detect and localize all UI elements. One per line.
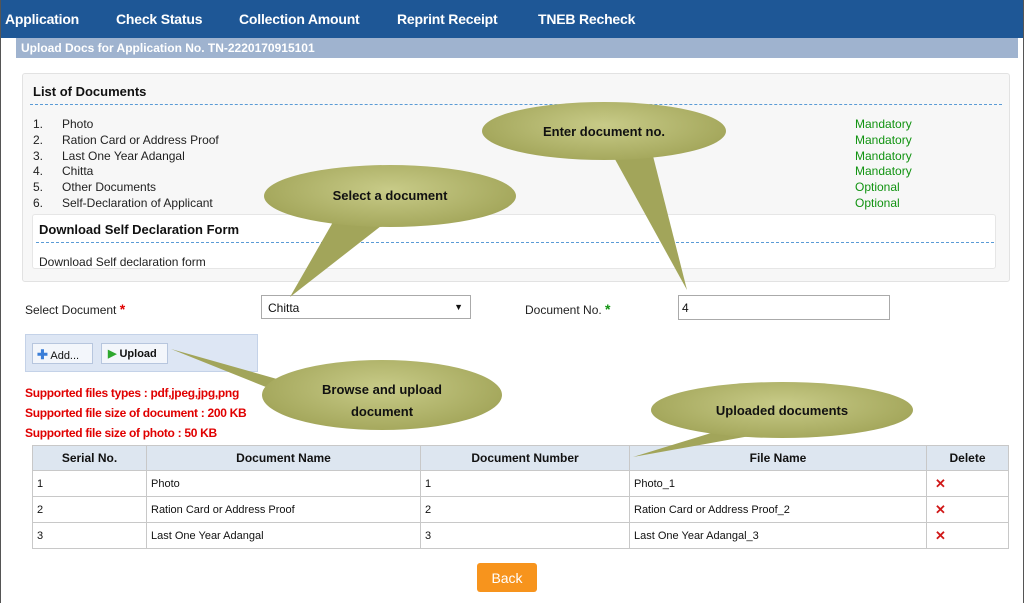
column-header: Serial No. (32, 445, 147, 471)
column-header: File Name (629, 445, 927, 471)
list-item: 3. Last One Year Adangal (33, 149, 219, 165)
page-subheader: Upload Docs for Application No. TN-22201… (16, 38, 1018, 58)
list-item: 1. Photo (33, 117, 219, 133)
list-item: 5. Other Documents (33, 180, 219, 196)
uploaded-documents-table: Serial No. Document Name Document Number… (32, 445, 1009, 549)
item-number: 3. (33, 148, 44, 163)
nav-tneb-recheck[interactable]: TNEB Recheck (534, 11, 635, 27)
cell-document-name: Ration Card or Address Proof (146, 496, 421, 523)
table-header-row: Serial No. Document Name Document Number… (32, 445, 1009, 471)
delete-icon[interactable]: ✕ (926, 470, 1009, 497)
select-value: Chitta (268, 301, 300, 315)
nav-collection-amount[interactable]: Collection Amount (235, 11, 360, 27)
required-mark: * (605, 301, 611, 317)
info-photo-size: Supported file size of photo : 50 KB (25, 426, 217, 440)
play-icon: ▶ (108, 348, 117, 360)
status-badge: Optional (855, 180, 900, 195)
table-row: 3 Last One Year Adangal 3 Last One Year … (32, 522, 1009, 549)
docno-label-text: Document No. (525, 303, 602, 317)
column-header: Document Name (146, 445, 421, 471)
list-item: 2. Ration Card or Address Proof (33, 133, 219, 149)
cell-document-name: Last One Year Adangal (146, 522, 421, 549)
item-number: 6. (33, 195, 44, 210)
callout-enter-doc-no: Enter document no. (482, 102, 726, 160)
nav-check-status[interactable]: Check Status (112, 11, 202, 27)
status-list: Mandatory Mandatory Mandatory Mandatory … (855, 117, 912, 212)
callout-line: document (350, 404, 414, 419)
required-mark: * (119, 301, 126, 317)
cell-serial: 2 (32, 496, 147, 523)
cell-document-name: Photo (146, 470, 421, 497)
cell-document-number: 3 (420, 522, 630, 549)
select-document-label: Select Document * (25, 301, 125, 317)
cell-document-number: 1 (420, 470, 630, 497)
item-number: 1. (33, 117, 44, 131)
delete-icon[interactable]: ✕ (926, 496, 1009, 523)
document-no-label: Document No. * (525, 301, 611, 317)
callout-browse-upload: Browse and upload document (262, 360, 502, 430)
nav-application[interactable]: Application (1, 11, 79, 27)
item-number: 2. (33, 132, 44, 147)
upload-button[interactable]: ▶ Upload (101, 343, 168, 364)
item-name: Self-Declaration of Applicant (62, 195, 213, 210)
page: Application Check Status Collection Amou… (0, 0, 1024, 603)
document-select[interactable]: Chitta ▼ (261, 295, 471, 319)
plus-icon: ✚ (37, 347, 48, 362)
status-badge: Mandatory (855, 148, 912, 163)
divider (30, 104, 1002, 105)
item-name: Last One Year Adangal (62, 148, 185, 163)
status-badge: Mandatory (855, 132, 912, 147)
add-label: Add... (50, 350, 80, 362)
info-document-size: Supported file size of document : 200 KB (25, 406, 247, 420)
list-item: 6. Self-Declaration of Applicant (33, 196, 219, 212)
add-file-button[interactable]: ✚ Add... (32, 343, 93, 364)
document-no-input[interactable]: 4 (678, 295, 890, 320)
chevron-down-icon: ▼ (454, 302, 463, 312)
select-label-text: Select Document (25, 303, 117, 317)
table-row: 1 Photo 1 Photo_1 ✕ (32, 470, 1009, 497)
upload-label: Upload (119, 348, 157, 360)
status-badge: Mandatory (855, 117, 912, 131)
delete-icon[interactable]: ✕ (926, 522, 1009, 549)
cell-file-name: Last One Year Adangal_3 (629, 522, 927, 549)
item-name: Ration Card or Address Proof (62, 132, 219, 147)
documents-list: 1. Photo 2. Ration Card or Address Proof 3… (33, 117, 219, 212)
list-item: 4. Chitta (33, 164, 219, 180)
status-badge: Optional (855, 195, 900, 210)
item-name: Photo (62, 117, 94, 131)
item-number: 5. (33, 180, 44, 195)
cell-document-number: 2 (420, 496, 630, 523)
callout-line: Browse and upload (322, 382, 442, 397)
item-name: Chitta (62, 164, 94, 179)
column-header: Document Number (420, 445, 630, 471)
top-nav: Application Check Status Collection Amou… (1, 0, 1023, 38)
nav-reprint-receipt[interactable]: Reprint Receipt (393, 11, 498, 27)
item-name: Other Documents (62, 180, 157, 195)
callout-select-doc: Select a document (264, 165, 516, 227)
documents-title: List of Documents (33, 84, 147, 99)
cell-file-name: Ration Card or Address Proof_2 (629, 496, 927, 523)
back-button[interactable]: Back (477, 563, 537, 592)
cell-serial: 1 (32, 470, 147, 497)
download-form-link[interactable]: Download Self declaration form (39, 255, 206, 269)
table-row: 2 Ration Card or Address Proof 2 Ration … (32, 496, 1009, 523)
divider (36, 242, 994, 243)
cell-file-name: Photo_1 (629, 470, 927, 497)
info-file-types: Supported files types : pdf,jpeg,jpg,png (25, 386, 239, 400)
item-number: 4. (33, 164, 44, 179)
callout-uploaded-docs: Uploaded documents (651, 382, 913, 438)
column-header: Delete (926, 445, 1009, 471)
status-badge: Mandatory (855, 164, 912, 179)
download-title: Download Self Declaration Form (39, 222, 240, 237)
cell-serial: 3 (32, 522, 147, 549)
